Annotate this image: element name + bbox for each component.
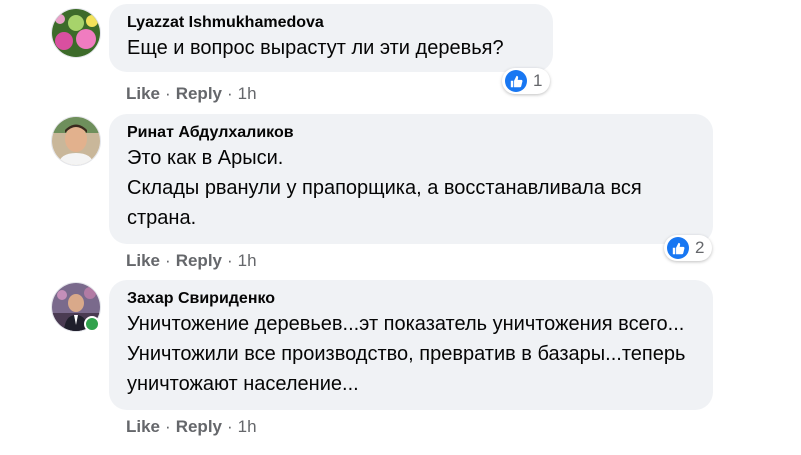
timestamp[interactable]: 1h [238,84,257,104]
like-button[interactable]: Like [126,251,160,271]
comment-bubble: Lyazzat Ishmukhamedova Еще и вопрос выра… [109,4,553,72]
like-button[interactable]: Like [126,84,160,104]
reply-button[interactable]: Reply [176,417,222,437]
comment-text: Еще и вопрос вырастут ли эти деревья? [127,37,504,59]
avatar[interactable] [51,8,101,58]
reaction-count[interactable]: 1 [502,68,551,94]
avatar-flowers-image [52,9,100,57]
comment-author[interactable]: Ринат Абдулхаликов [127,123,695,143]
comment-bubble: Ринат Абдулхаликов Это как в Арыси. Скла… [109,114,713,244]
timestamp[interactable]: 1h [238,251,257,271]
comment-actions: Like · Reply · 1h [126,84,257,104]
avatar-person-image [52,117,100,165]
separator-dot: · [227,84,233,103]
thumbs-up-icon [667,237,689,259]
comment-author[interactable]: Захар Свириденко [127,289,695,309]
reaction-number: 1 [533,71,543,90]
comment-actions: Like · Reply · 1h [126,251,257,271]
comment-text: Это как в Арыси. Склады рванули у прапор… [127,147,642,229]
separator-dot: · [165,84,171,103]
comment-bubble: Захар Свириденко Уничтожение деревьев...… [109,280,713,410]
reply-button[interactable]: Reply [176,84,222,104]
thumbs-up-icon [505,70,527,92]
timestamp[interactable]: 1h [238,417,257,437]
separator-dot: · [165,417,171,436]
comment-author[interactable]: Lyazzat Ishmukhamedova [127,13,535,33]
separator-dot: · [165,251,171,270]
like-button[interactable]: Like [126,417,160,437]
reaction-number: 2 [695,238,705,257]
online-status-indicator [84,316,100,332]
separator-dot: · [227,251,233,270]
comment-actions: Like · Reply · 1h [126,417,257,437]
separator-dot: · [227,417,233,436]
reply-button[interactable]: Reply [176,251,222,271]
avatar[interactable] [51,116,101,166]
reaction-count[interactable]: 2 [664,235,713,261]
comment-text: Уничтожение деревьев...эт показатель уни… [127,313,686,395]
